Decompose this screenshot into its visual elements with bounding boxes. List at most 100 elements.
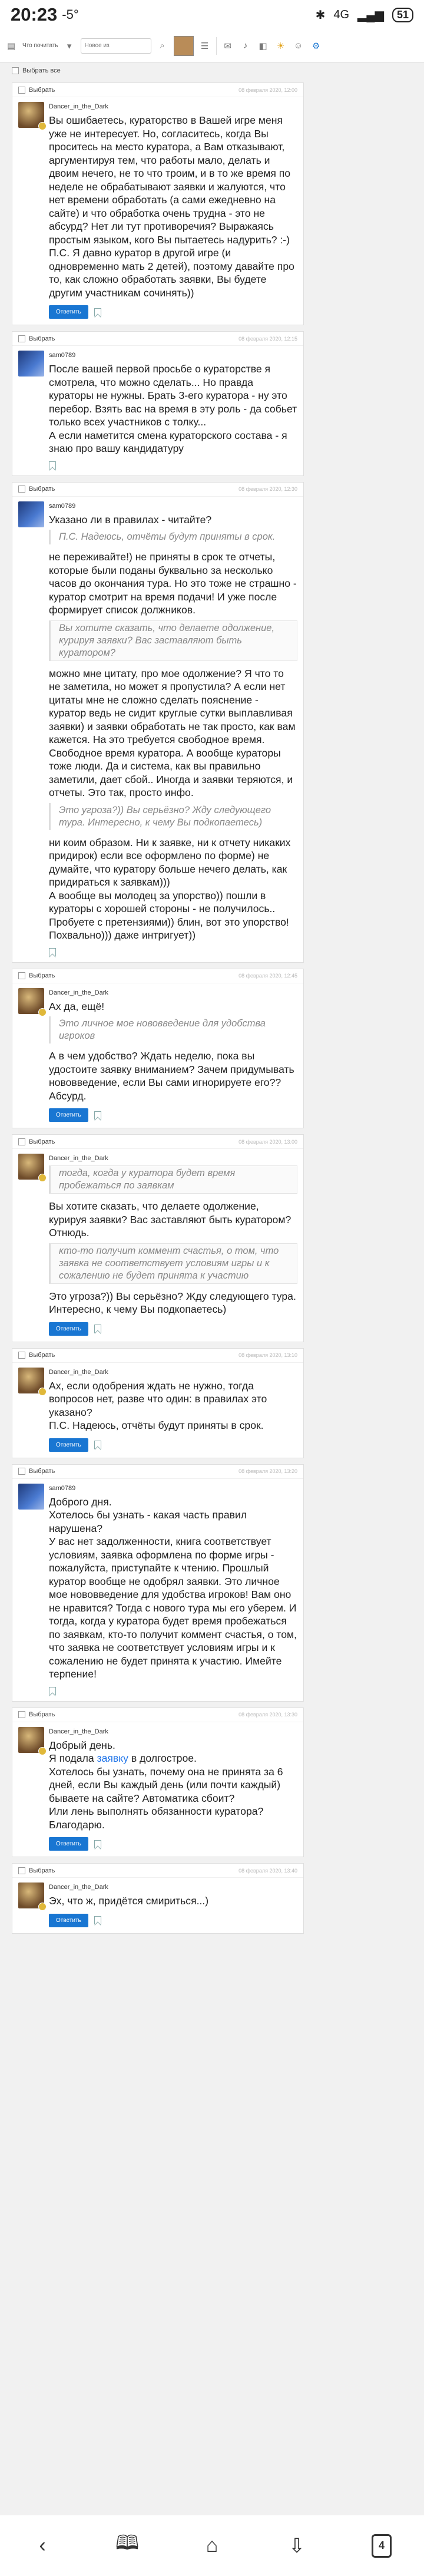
message-date: 08 февраля 2020, 13:10 [238, 1352, 297, 1358]
select-checkbox[interactable] [18, 486, 25, 493]
bookmark-icon[interactable] [94, 1441, 101, 1449]
badge-icon [38, 1746, 47, 1755]
battery-indicator: 51 [392, 7, 413, 22]
book-reader-icon[interactable]: 🕮 [110, 2528, 145, 2564]
message-date: 08 февраля 2020, 13:30 [238, 1712, 297, 1718]
author-name[interactable]: Dancer_in_the_Dark [49, 1884, 297, 1891]
select-checkbox[interactable] [18, 1711, 25, 1718]
message-text: можно мне цитату, про мое одолжение? Я ч… [49, 667, 296, 799]
site-toolbar: ▤ Что почитать ▾ ⌕ ☰ ✉ ♪ ◧ ☀ ☺ ⚙ [0, 29, 424, 62]
author-name[interactable]: Dancer_in_the_Dark [49, 989, 297, 996]
avatar[interactable] [18, 1883, 47, 1911]
message-header: Выбрать 08 февраля 2020, 12:00 [12, 83, 303, 97]
select-checkbox[interactable] [18, 1468, 25, 1475]
avatar[interactable] [18, 501, 44, 527]
select-label: Выбрать [29, 972, 55, 979]
quote-block: кто-то получит коммент счастья, о том, ч… [49, 1243, 297, 1284]
avatar[interactable] [18, 1726, 47, 1755]
reply-button[interactable]: Ответить [49, 1322, 88, 1336]
back-icon[interactable]: ‹ [25, 2528, 60, 2564]
badge-icon [38, 1174, 47, 1182]
bookmark-icon[interactable] [94, 308, 101, 316]
book-icon[interactable]: ▤ [5, 39, 18, 52]
avatar[interactable] [18, 1367, 47, 1396]
author-name[interactable]: Dancer_in_the_Dark [49, 103, 297, 110]
menu-icon[interactable]: ☰ [198, 39, 211, 52]
search-icon[interactable]: ⌕ [156, 39, 169, 52]
bookmark-icon[interactable] [49, 1686, 56, 1695]
tabs-button[interactable]: 4 [364, 2528, 399, 2564]
author-name[interactable]: sam0789 [49, 1485, 297, 1492]
reply-button[interactable]: Ответить [49, 305, 88, 319]
select-label: Выбрать [29, 86, 55, 94]
chat-icon[interactable]: ◧ [257, 39, 270, 52]
select-checkbox[interactable] [18, 335, 25, 342]
select-checkbox[interactable] [18, 1867, 25, 1874]
bookmark-icon[interactable] [49, 461, 56, 470]
message-text: Вы хотите сказать, что делаете одолжение… [49, 1200, 292, 1239]
message-header: Выбрать 08 февраля 2020, 12:15 [12, 332, 303, 346]
message-text: Ах, если одобрения ждать не нужно, тогда… [49, 1379, 267, 1432]
author-name[interactable]: Dancer_in_the_Dark [49, 1728, 297, 1735]
search-input[interactable] [80, 38, 151, 54]
reply-button[interactable]: Ответить [49, 1438, 88, 1452]
select-checkbox[interactable] [18, 1138, 25, 1145]
dropdown-icon[interactable]: ▾ [63, 39, 76, 52]
select-all[interactable]: Выбрать все [12, 65, 61, 77]
divider [216, 37, 217, 55]
message-card: Выбрать 08 февраля 2020, 13:20 sam0789 Д… [12, 1464, 304, 1702]
author-name[interactable]: sam0789 [49, 503, 297, 510]
request-link[interactable]: заявку [97, 1752, 128, 1764]
profile-icon[interactable]: ☺ [292, 39, 305, 52]
settings-icon[interactable]: ⚙ [310, 39, 323, 52]
select-label: Выбрать [29, 1352, 55, 1359]
bookmark-icon[interactable] [94, 1325, 101, 1333]
app-label[interactable]: Что почитать [22, 42, 58, 49]
avatar[interactable] [18, 102, 47, 130]
author-name[interactable]: sam0789 [49, 352, 297, 359]
message-date: 08 февраля 2020, 13:40 [238, 1867, 297, 1874]
message-text: Вы ошибаетесь, кураторство в Вашей игре … [49, 114, 294, 299]
reply-button[interactable]: Ответить [49, 1913, 88, 1927]
tabs-count: 4 [372, 2534, 392, 2558]
message-date: 08 февраля 2020, 12:00 [238, 87, 297, 93]
select-label: Выбрать [29, 1138, 55, 1145]
select-all-checkbox[interactable] [12, 67, 19, 74]
select-checkbox[interactable] [18, 1352, 25, 1359]
reply-button[interactable]: Ответить [49, 1837, 88, 1851]
message-feed: Выбрать 08 февраля 2020, 12:00 Dancer_in… [12, 82, 304, 1940]
user-avatar[interactable] [173, 35, 194, 56]
download-icon[interactable]: ⇩ [279, 2528, 314, 2564]
lamp-icon[interactable]: ☀ [274, 39, 287, 52]
author-name[interactable]: Dancer_in_the_Dark [49, 1369, 297, 1376]
select-checkbox[interactable] [18, 972, 25, 979]
message-text: Добрый день. Я подала заявку в долгостро… [49, 1739, 297, 1832]
reply-button[interactable]: Ответить [49, 1108, 88, 1122]
quote-block: тогда, когда у куратора будет время проб… [49, 1165, 297, 1194]
mail-icon[interactable]: ✉ [221, 39, 234, 52]
home-icon[interactable]: ⌂ [194, 2528, 230, 2564]
message-card: Выбрать 08 февраля 2020, 12:00 Dancer_in… [12, 82, 304, 325]
avatar[interactable] [18, 1483, 44, 1510]
bookmark-icon[interactable] [49, 947, 56, 956]
message-date: 08 февраля 2020, 12:15 [238, 335, 297, 342]
bell-icon[interactable]: ♪ [239, 39, 252, 52]
message-text: Это угроза?)) Вы серьёзно? Жду следующег… [49, 1290, 296, 1316]
message-header: Выбрать 08 февраля 2020, 12:45 [12, 969, 303, 983]
signal-icon: ▂▄▆ [357, 8, 384, 22]
message-card: Выбрать 08 февраля 2020, 13:10 Dancer_in… [12, 1348, 304, 1458]
select-all-label: Выбрать все [22, 67, 61, 74]
select-checkbox[interactable] [18, 86, 25, 94]
bookmark-icon[interactable] [94, 1839, 101, 1848]
message-card: Выбрать 08 февраля 2020, 13:30 Dancer_in… [12, 1707, 304, 1857]
bookmark-icon[interactable] [94, 1111, 101, 1119]
quote-block: Это угроза?)) Вы серьёзно? Жду следующег… [49, 802, 297, 830]
message-date: 08 февраля 2020, 12:45 [238, 973, 297, 979]
message-text: Указано ли в правилах - читайте? [49, 513, 212, 526]
avatar[interactable] [18, 988, 47, 1016]
avatar[interactable] [18, 1154, 47, 1182]
select-label: Выбрать [29, 486, 55, 493]
bookmark-icon[interactable] [94, 1916, 101, 1924]
avatar[interactable] [18, 351, 44, 377]
author-name[interactable]: Dancer_in_the_Dark [49, 1155, 297, 1162]
